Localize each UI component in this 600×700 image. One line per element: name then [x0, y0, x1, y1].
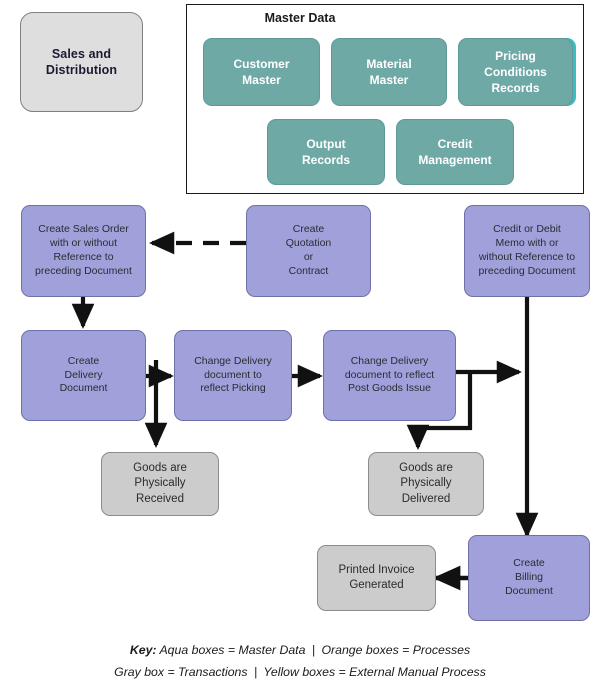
label-line1: Printed Invoice: [338, 563, 415, 576]
process-box-create-delivery-document[interactable]: Create Delivery Document: [21, 330, 146, 421]
label-line2: with or without: [49, 237, 118, 250]
master-data-box-material-master[interactable]: Material Master: [331, 38, 447, 106]
label-line3: Post Goods Issue: [348, 382, 431, 395]
label-line2: Conditions: [484, 64, 547, 79]
label-line2: document to: [204, 368, 262, 381]
master-data-box-label: Customer Master: [204, 56, 319, 88]
label-line2: Generated: [349, 579, 404, 591]
label-line4: Contract: [288, 264, 329, 277]
master-data-box-label: Output Records: [268, 136, 384, 168]
diagram-canvas: Sales and Distribution Master Data Custo…: [0, 0, 600, 700]
process-box-change-delivery-reflect-picking[interactable]: Change Delivery document to reflect Pick…: [174, 330, 292, 421]
label-line1: Change Delivery: [350, 354, 429, 367]
process-box-label: Create Quotation or Contract: [247, 223, 370, 278]
process-box-label: Change Delivery document to reflect Pick…: [175, 355, 291, 397]
label-line1: Pricing: [495, 48, 536, 63]
label-line4: preceding Document: [478, 264, 576, 277]
master-data-box-credit-management[interactable]: Credit Management: [396, 119, 514, 185]
master-data-box-output-records[interactable]: Output Records: [267, 119, 385, 185]
label-line2: Delivery: [64, 368, 103, 381]
label-line2: Quotation: [285, 237, 332, 250]
process-box-label: Create Sales Order with or without Refer…: [22, 223, 145, 278]
legend-line-1: Key: Aqua boxes = Master Data | Orange b…: [0, 640, 600, 662]
module-box-sales-and-distribution[interactable]: Sales and Distribution: [20, 12, 143, 112]
legend: Key: Aqua boxes = Master Data | Orange b…: [0, 640, 600, 683]
process-box-label: Create Billing Document: [469, 557, 589, 599]
legend-line2-part1: Gray box = Transactions: [114, 664, 248, 679]
legend-key-label: Key:: [129, 643, 157, 657]
label-line1: Credit or Debit: [493, 223, 561, 236]
legend-line1-part1: Aqua boxes = Master Data: [159, 643, 306, 657]
legend-line-2: Gray box = Transactions | Yellow boxes =…: [0, 662, 600, 684]
master-data-box-label: Pricing Conditions Records: [459, 48, 572, 97]
process-box-label: Change Delivery document to reflect Post…: [324, 355, 455, 397]
label-line2: Billing: [514, 571, 543, 584]
process-box-create-sales-order[interactable]: Create Sales Order with or without Refer…: [21, 205, 146, 297]
label-line1: Goods are: [133, 462, 187, 475]
label-line1: Credit: [437, 136, 473, 151]
legend-line1-separator: |: [311, 643, 316, 657]
label-line3: Delivered: [401, 492, 451, 505]
process-box-change-delivery-reflect-post-goods-issue[interactable]: Change Delivery document to reflect Post…: [323, 330, 456, 421]
label-line1: Create Sales Order: [38, 223, 129, 236]
label-line3: Document: [505, 584, 553, 597]
label-line2: Master: [242, 73, 281, 87]
label-line1: Goods are: [399, 462, 453, 475]
label-line3: reflect Picking: [200, 382, 266, 395]
transaction-box-label: Goods are Physically Received: [102, 461, 218, 507]
label-line2: Master: [369, 73, 409, 87]
label-line3: or: [303, 251, 314, 263]
label-line2: Physically: [400, 477, 452, 490]
transaction-box-goods-physically-delivered[interactable]: Goods are Physically Delivered: [368, 452, 484, 516]
label-line3: Received: [136, 492, 184, 505]
label-line2: Physically: [134, 477, 186, 490]
label-line1: Change Delivery: [194, 354, 272, 367]
legend-line2-part2: Yellow boxes = External Manual Process: [263, 664, 486, 679]
label-line2: document to reflect: [344, 368, 435, 381]
label-line2: Management: [418, 153, 492, 167]
label-line1: Create: [67, 354, 100, 367]
transaction-box-goods-physically-received[interactable]: Goods are Physically Received: [101, 452, 219, 516]
label-line3: Records: [491, 81, 540, 96]
module-box-label-line2: Distribution: [45, 63, 118, 77]
label-line1: Create: [292, 223, 325, 236]
label-line1: Output: [306, 136, 346, 151]
master-data-box-label: Credit Management: [397, 136, 513, 168]
label-line2: Memo with or: [495, 237, 559, 250]
label-line2: Records: [301, 153, 351, 167]
master-data-box-label: Material Master: [332, 56, 446, 88]
legend-line1-part2: Orange boxes = Processes: [321, 643, 471, 657]
label-line1: Customer: [233, 56, 290, 71]
label-line1: Material: [366, 56, 412, 71]
process-box-label: Create Delivery Document: [22, 355, 145, 397]
label-line1: Create: [513, 557, 545, 570]
legend-line2-separator: |: [253, 664, 258, 679]
process-box-create-billing-document[interactable]: Create Billing Document: [468, 535, 590, 621]
transaction-box-label: Printed Invoice Generated: [318, 563, 435, 593]
transaction-box-printed-invoice-generated[interactable]: Printed Invoice Generated: [317, 545, 436, 611]
label-line3: Reference to: [53, 251, 114, 263]
label-line3: Document: [59, 382, 108, 395]
master-data-box-customer-master[interactable]: Customer Master: [203, 38, 320, 106]
process-box-credit-or-debit-memo[interactable]: Credit or Debit Memo with or without Ref…: [464, 205, 590, 297]
module-box-label: Sales and Distribution: [21, 46, 142, 79]
master-data-box-pricing-conditions-records[interactable]: Pricing Conditions Records: [458, 38, 573, 106]
label-line3: without Reference to: [478, 251, 576, 263]
process-box-create-quotation-or-contract[interactable]: Create Quotation or Contract: [246, 205, 371, 297]
label-line4: preceding Document: [35, 264, 132, 277]
process-box-label: Credit or Debit Memo with or without Ref…: [465, 223, 589, 278]
transaction-box-label: Goods are Physically Delivered: [369, 461, 483, 507]
module-box-label-line1: Sales and: [51, 46, 112, 61]
